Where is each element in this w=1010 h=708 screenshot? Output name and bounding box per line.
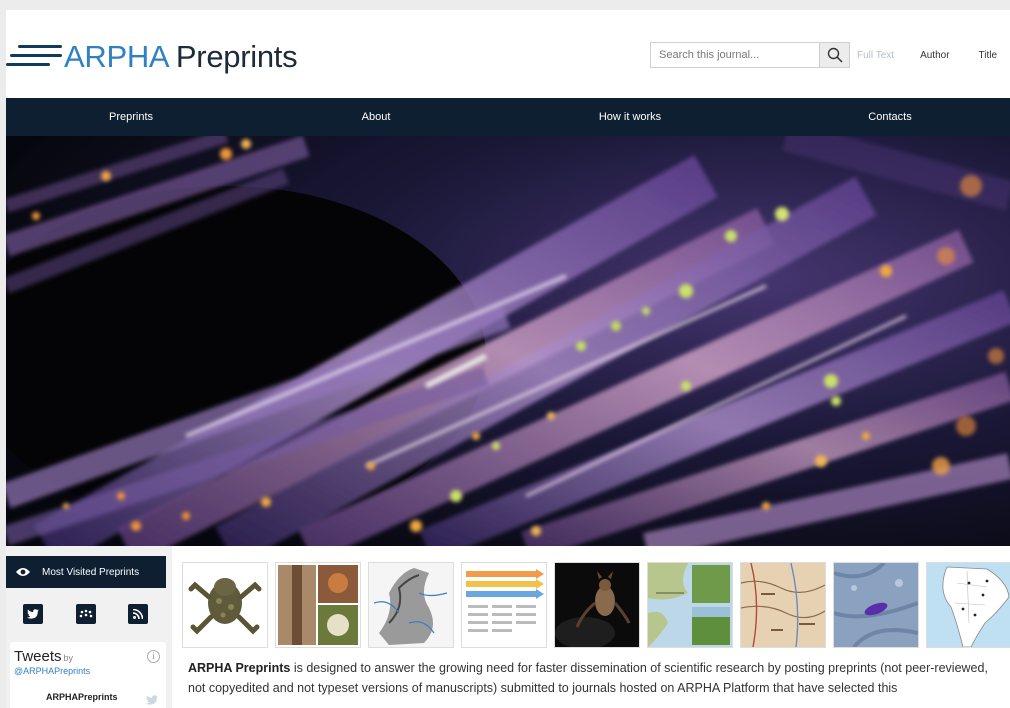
tweets-title: Tweets by [14, 648, 73, 665]
search-input[interactable] [651, 43, 819, 67]
hero-banner [6, 136, 1010, 546]
tweets-title-text: Tweets [14, 648, 62, 665]
logo-lines-icon [6, 43, 62, 69]
thumbnail-bat[interactable] [554, 562, 640, 648]
nav-item-contacts[interactable]: Contacts [868, 98, 911, 136]
journal-description: ARPHA Preprints is designed to answer th… [188, 658, 998, 698]
main-content: ARPHA Preprints is designed to answer th… [172, 546, 1010, 708]
arpha-preprints-logo[interactable]: ARPHA Preprints [6, 34, 298, 78]
sidebar: Most Visited Preprints Tweets by @ARPHAP… [6, 546, 172, 708]
social-icons [6, 604, 166, 626]
nav-item-how-it-works[interactable]: How it works [599, 98, 661, 136]
most-visited-preprints-button[interactable]: Most Visited Preprints [6, 556, 166, 588]
header: ARPHA Preprints Full Text Author Title [6, 10, 1010, 98]
search-option-full-text[interactable]: Full Text [857, 50, 894, 61]
search-options: Full Text Author Title [857, 50, 997, 61]
rss-icon[interactable] [128, 604, 148, 624]
thumbnail-coastal-map[interactable] [647, 562, 733, 648]
eye-icon [16, 567, 30, 577]
logo-rest: Preprints [167, 38, 298, 74]
mendeley-icon[interactable] [76, 604, 96, 624]
thumbnail-flowchart[interactable] [461, 562, 547, 648]
nav-item-preprints[interactable]: Preprints [109, 98, 153, 136]
most-visited-label: Most Visited Preprints [42, 566, 140, 578]
thumbnail-relief-map[interactable] [368, 562, 454, 648]
description-text: is designed to answer the growing need f… [188, 661, 988, 695]
tweet-user-name[interactable]: ARPHAPreprints [46, 692, 118, 702]
twitter-bird-icon [146, 692, 158, 708]
thumbnail-south-america-map[interactable] [926, 562, 1010, 648]
search-box [650, 42, 850, 68]
hero-fiber-optic-image [6, 136, 1010, 546]
search-option-author[interactable]: Author [920, 50, 949, 61]
thumbnail-historic-map[interactable] [740, 562, 826, 648]
logo-brand: ARPHA [64, 38, 168, 74]
tweets-by: by [63, 653, 74, 663]
description-journal-name: ARPHA Preprints [188, 661, 291, 675]
main-nav: Preprints About How it works Contacts [6, 98, 1010, 136]
preprint-thumbnails [182, 562, 1010, 648]
nav-item-about[interactable]: About [362, 98, 391, 136]
info-icon[interactable]: i [147, 650, 160, 663]
tweets-widget: Tweets by @ARPHAPreprints i ARPHAPreprint… [10, 642, 166, 708]
thumbnail-micrograph[interactable] [833, 562, 919, 648]
tweets-handle-link[interactable]: @ARPHAPreprints [14, 666, 90, 676]
twitter-icon[interactable] [23, 604, 43, 624]
thumbnail-insect-plates[interactable] [275, 562, 361, 648]
search-option-title[interactable]: Title [979, 50, 998, 61]
logo-text: ARPHA Preprints [64, 38, 298, 74]
search-button[interactable] [819, 43, 849, 67]
search-icon [827, 47, 843, 63]
thumbnail-frog[interactable] [182, 562, 268, 648]
page: ARPHA Preprints Full Text Author Title P… [6, 10, 1010, 708]
